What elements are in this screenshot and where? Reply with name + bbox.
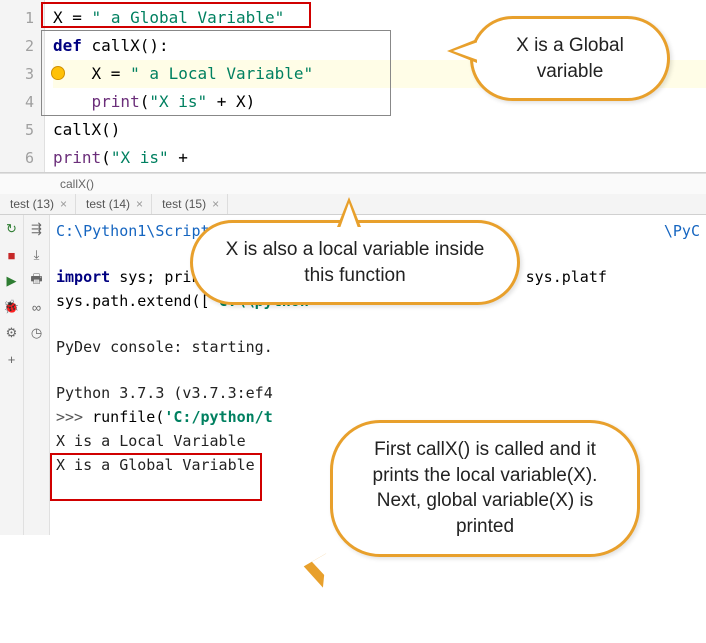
code-token: X [53, 8, 63, 27]
console-text: runfile( [92, 408, 164, 426]
code-string: " a Local Variable" [130, 64, 313, 83]
console-string: 'C:/python/t [164, 408, 272, 426]
tab-test-15[interactable]: test (15) × [152, 194, 228, 214]
close-icon[interactable]: × [212, 197, 219, 211]
console-keyword: import [56, 268, 119, 286]
scroll-to-end-icon[interactable]: ⤓ [29, 247, 45, 263]
code-token: = [101, 64, 130, 83]
line-number-gutter: 1 2 3 4 5 6 [0, 0, 45, 172]
code-token: + X) [207, 92, 255, 111]
callout-text: X is a Global variable [516, 35, 624, 82]
console-line: PyDev console: starting. [56, 335, 700, 359]
console-path: \PyC [664, 219, 700, 243]
code-line-6[interactable]: print("X is" + [53, 144, 706, 172]
console-path: C:\Python1\Script [56, 222, 210, 240]
code-string: " a Global Variable" [92, 8, 285, 27]
callout-execution-order: First callX() is called and it prints th… [330, 420, 640, 557]
code-function: print [92, 92, 140, 111]
console-line: Python 3.7.3 (v3.7.3:ef4 [56, 381, 700, 405]
callout-text: X is also a local variable inside this f… [226, 239, 485, 286]
code-string: "X is" [149, 92, 207, 111]
code-token: ( [140, 92, 150, 111]
tab-test-14[interactable]: test (14) × [76, 194, 152, 214]
code-token: + [169, 148, 188, 167]
code-token: callX() [53, 120, 120, 139]
settings-icon[interactable]: ⚙ [4, 325, 20, 341]
soft-wrap-icon[interactable]: ⇶ [29, 221, 45, 237]
console-text: sys.path.extend([ [56, 292, 210, 310]
code-line-5[interactable]: callX() [53, 116, 706, 144]
code-token: X [92, 64, 102, 83]
rerun-icon[interactable]: ↻ [4, 221, 20, 237]
tab-label: test (15) [162, 197, 206, 211]
breadcrumb[interactable]: callX() [0, 173, 706, 194]
print-icon[interactable]: 🖶 [29, 273, 45, 289]
code-string: "X is" [111, 148, 169, 167]
debug-icon[interactable]: 🐞 [4, 299, 20, 315]
line-number: 4 [0, 88, 34, 116]
callout-global-variable: X is a Global variable [470, 16, 670, 101]
stop-icon[interactable]: ■ [4, 247, 20, 263]
line-number: 5 [0, 116, 34, 144]
console-toolbar-secondary: ⇶ ⤓ 🖶 ∞ ◷ [24, 215, 50, 535]
callout-local-variable: X is also a local variable inside this f… [190, 220, 520, 305]
tab-test-13[interactable]: test (13) × [0, 194, 76, 214]
line-number: 2 [0, 32, 34, 60]
code-token: callX(): [82, 36, 169, 55]
link-icon[interactable]: ∞ [29, 299, 45, 315]
close-icon[interactable]: × [60, 197, 67, 211]
line-number: 1 [0, 4, 34, 32]
line-number: 6 [0, 144, 34, 172]
code-function: print [53, 148, 101, 167]
add-icon[interactable]: + [4, 351, 20, 367]
code-keyword: def [53, 36, 82, 55]
console-toolbar-primary: ↻ ■ ▶ 🐞 ⚙ + [0, 215, 24, 535]
code-indent [53, 92, 92, 111]
close-icon[interactable]: × [136, 197, 143, 211]
console-blank [56, 313, 700, 335]
history-icon[interactable]: ◷ [29, 325, 45, 341]
tab-label: test (14) [86, 197, 130, 211]
line-number: 3 [0, 60, 34, 88]
code-token: ( [101, 148, 111, 167]
run-icon[interactable]: ▶ [4, 273, 20, 289]
console-text: sys; [119, 268, 164, 286]
console-blank [56, 359, 700, 381]
callout-text: First callX() is called and it prints th… [373, 439, 598, 537]
console-prompt: >>> [56, 408, 92, 426]
tab-label: test (13) [10, 197, 54, 211]
code-token: = [63, 8, 92, 27]
lightbulb-icon[interactable] [51, 66, 65, 80]
